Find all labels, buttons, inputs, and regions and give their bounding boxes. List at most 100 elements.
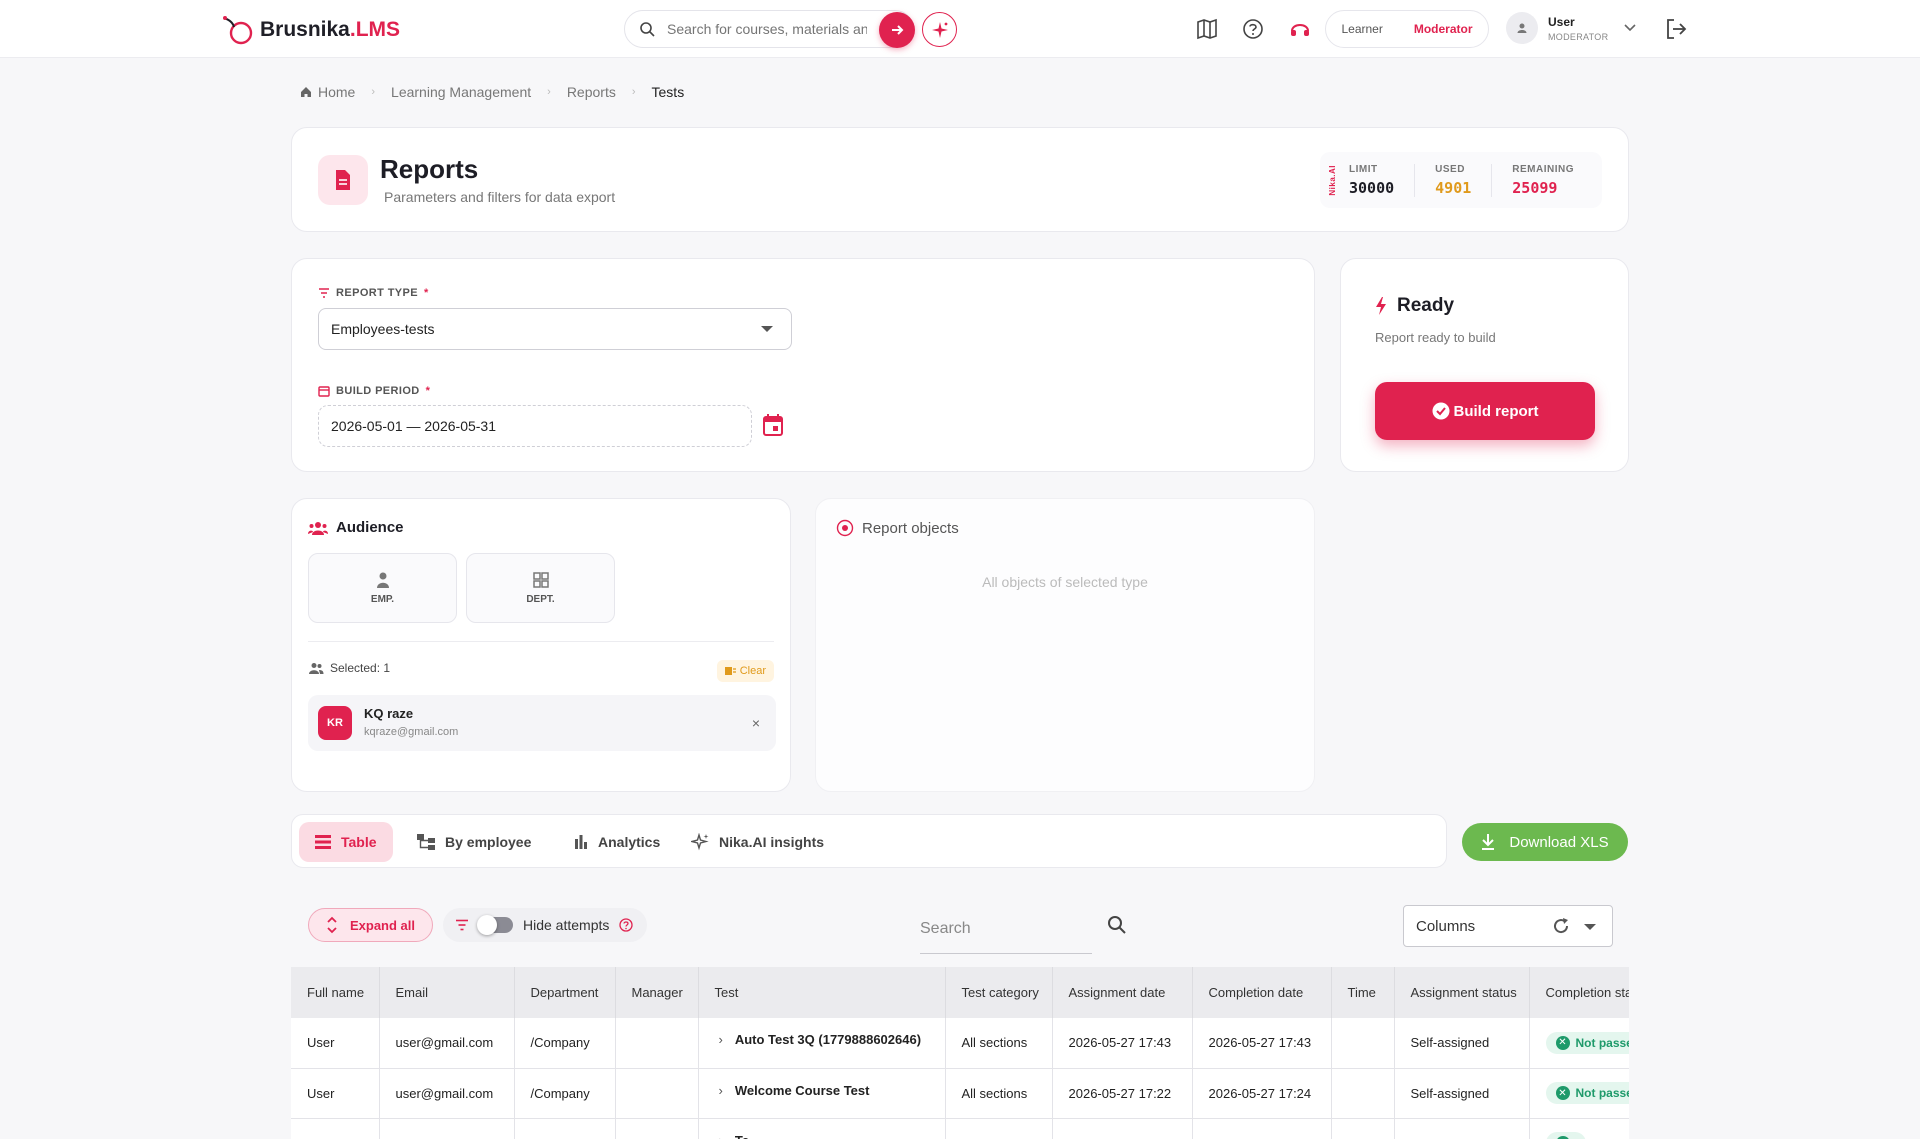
tab-analytics[interactable]: Analytics <box>558 822 676 862</box>
audience-departments-tile[interactable]: DEPT. <box>466 553 615 623</box>
column-header[interactable]: Email <box>379 967 515 1018</box>
breadcrumb-separator: › <box>631 86 636 98</box>
support-headset-icon[interactable] <box>1288 17 1312 41</box>
status-badge: ✕ Not passed <box>1545 1082 1629 1104</box>
logo-suffix: .LMS <box>349 18 401 41</box>
cell-test-category: All sections <box>945 1018 1053 1069</box>
global-search[interactable] <box>624 10 915 48</box>
cell-test-category: All sections <box>945 1068 1053 1119</box>
hide-attempts-toggle[interactable] <box>477 915 513 935</box>
role-moderator-option[interactable]: Moderator <box>1414 22 1473 36</box>
global-search-input[interactable] <box>667 21 867 37</box>
column-header[interactable]: Test category <box>945 967 1053 1018</box>
brand-logo[interactable]: Brusnika .LMS <box>220 14 400 46</box>
cell-time <box>1331 1118 1395 1139</box>
cell-test[interactable]: › Auto Test 3Q (1779888602646) <box>698 1018 946 1069</box>
expand-all-button[interactable]: Expand all <box>308 908 433 942</box>
page-title: Reports <box>380 154 479 184</box>
tab-nika-ai-insights[interactable]: Nika.AI insights <box>675 822 840 862</box>
cell-full-name <box>291 1118 380 1139</box>
audience-title-text: Audience <box>336 519 404 536</box>
cell-completion-status: ✕ Not passed <box>1529 1068 1629 1119</box>
view-tabs: Table By employee Analytics Nika.AI insi… <box>291 814 1447 868</box>
build-report-label: Build report <box>1453 402 1539 420</box>
report-type-select[interactable]: Employees-tests <box>318 308 792 350</box>
tab-by-employee[interactable]: By employee <box>401 822 547 862</box>
cell-email: user@gmail.com <box>379 1068 515 1119</box>
logout-button[interactable] <box>1664 17 1688 44</box>
table-row[interactable]: User user@gmail.com /Company › Auto Test … <box>291 1018 1629 1069</box>
document-icon <box>318 155 368 205</box>
search-submit-button[interactable] <box>879 12 915 48</box>
help-icon[interactable] <box>619 918 634 932</box>
column-header[interactable]: Test <box>698 967 946 1018</box>
logo-text: Brusnika <box>260 18 350 41</box>
lightning-icon <box>1376 297 1386 315</box>
tab-table[interactable]: Table <box>299 822 393 862</box>
required-mark: * <box>425 385 431 397</box>
column-header[interactable]: Completion status <box>1529 967 1629 1018</box>
help-icon[interactable] <box>1241 17 1265 41</box>
table-row[interactable]: User user@gmail.com /Company › Welcome Co… <box>291 1068 1629 1119</box>
build-period-input[interactable]: 2026-05-01 — 2026-05-31 <box>318 405 752 447</box>
columns-select[interactable]: Columns <box>1403 905 1613 947</box>
column-header[interactable]: Manager <box>615 967 699 1018</box>
column-header[interactable]: Department <box>514 967 616 1018</box>
ai-quota-panel: Nika.AI LIMIT 30000 USED 4901 REMAINING … <box>1320 152 1602 208</box>
tab-analytics-label: Analytics <box>598 834 661 850</box>
grid-icon <box>532 571 549 588</box>
sparkle-icon <box>931 21 948 38</box>
cell-assignment-status: Self-assigned <box>1394 1018 1530 1069</box>
report-objects-title: Report objects <box>836 519 959 537</box>
refresh-icon[interactable] <box>1552 917 1570 935</box>
download-xls-button[interactable]: Download XLS <box>1462 823 1628 861</box>
quota-limit: LIMIT 30000 <box>1337 163 1416 197</box>
column-header[interactable]: Assignment date <box>1052 967 1193 1018</box>
expand-all-label: Expand all <box>349 917 416 933</box>
quota-brand: Nika.AI <box>1328 164 1337 196</box>
remove-person-button[interactable]: × <box>752 715 760 731</box>
chevron-right-icon[interactable]: › <box>719 1032 723 1047</box>
top-header: Brusnika.LMS Learner Moderator User MODE… <box>0 0 1920 58</box>
calendar-picker-button[interactable] <box>762 413 784 440</box>
cell-test[interactable]: › Welcome Course Test <box>698 1068 946 1119</box>
breadcrumb-reports[interactable]: Reports <box>567 84 616 100</box>
user-menu[interactable]: User MODERATOR <box>1506 12 1636 44</box>
results-table: Full name Email Department Manager Test … <box>291 967 1629 1139</box>
table-search-input[interactable]: Search <box>920 904 1092 954</box>
map-icon[interactable] <box>1195 17 1219 41</box>
calendar-icon <box>763 414 783 436</box>
breadcrumb-learning-management[interactable]: Learning Management <box>391 84 531 100</box>
report-type-label-text: REPORT TYPE <box>336 287 419 299</box>
calendar-small-icon <box>318 386 330 397</box>
build-report-button[interactable]: Build report <box>1375 382 1595 440</box>
cell-test[interactable]: › Te <box>698 1118 946 1139</box>
clear-selection-button[interactable]: Clear <box>716 660 774 682</box>
column-header[interactable]: Full name <box>291 967 380 1018</box>
divider <box>308 641 774 642</box>
tab-table-label: Table <box>341 834 377 850</box>
audience-title: Audience <box>308 519 404 536</box>
cell-completion-date: 2026-05-27 17:43 <box>1192 1018 1332 1069</box>
column-header[interactable]: Assignment status <box>1394 967 1530 1018</box>
users-icon <box>309 663 324 674</box>
quota-limit-value: 30000 <box>1349 178 1395 197</box>
home-icon <box>301 87 311 97</box>
selected-person-email: kqraze@gmail.com <box>364 726 459 738</box>
clear-selection-label: Clear <box>739 665 766 677</box>
column-header[interactable]: Time <box>1331 967 1395 1018</box>
ready-title: Ready <box>1375 295 1454 317</box>
cell-test-name: Welcome Course Test <box>734 1082 870 1098</box>
search-icon[interactable] <box>1107 915 1127 938</box>
tab-by-employee-label: By employee <box>445 834 532 850</box>
role-learner-option[interactable]: Learner <box>1341 22 1382 36</box>
audience-employees-tile[interactable]: EMP. <box>308 553 457 623</box>
breadcrumb-home[interactable]: Home <box>318 84 355 100</box>
chevron-right-icon[interactable]: › <box>719 1083 723 1098</box>
table-row[interactable]: › Te ✕ <box>291 1118 1629 1139</box>
chevron-right-icon[interactable]: › <box>719 1133 723 1139</box>
ai-assistant-button[interactable] <box>922 12 957 47</box>
column-header[interactable]: Completion date <box>1192 967 1332 1018</box>
download-xls-label: Download XLS <box>1509 833 1609 851</box>
cell-completion-date <box>1192 1118 1332 1139</box>
